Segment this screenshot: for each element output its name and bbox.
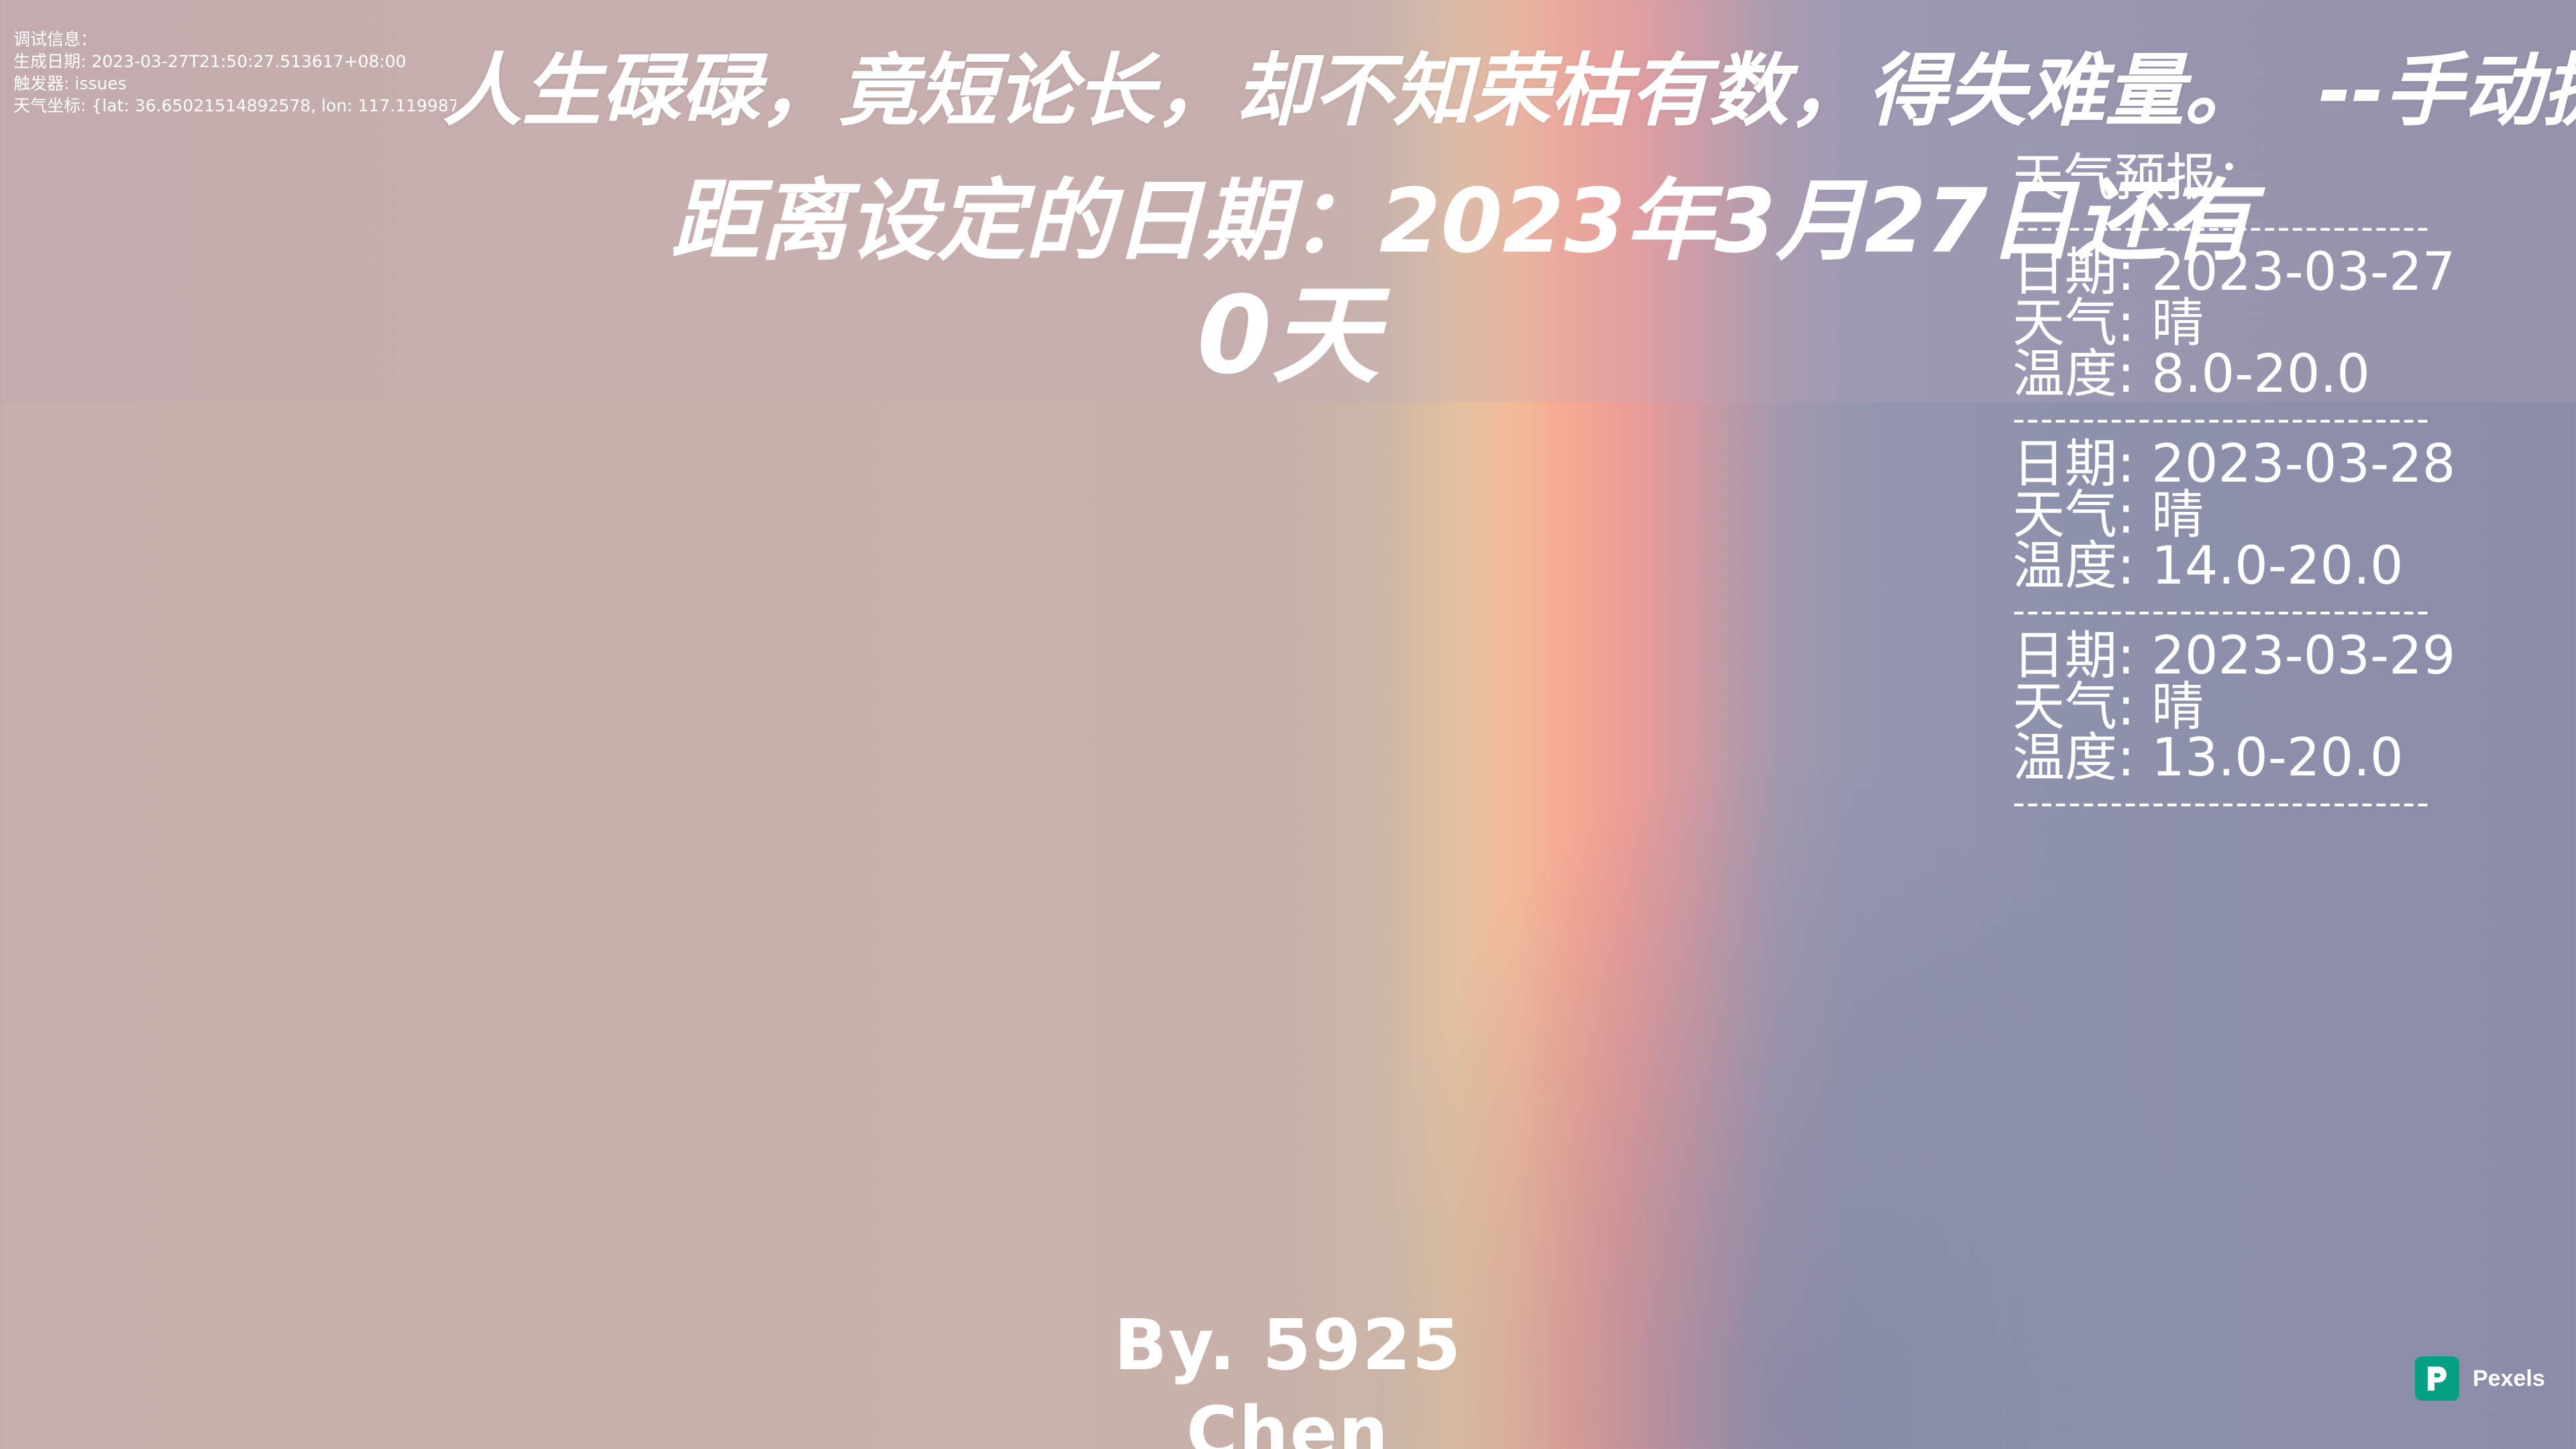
debug-title: 调试信息： (13, 30, 98, 49)
countdown-days: 0天 (1197, 272, 1379, 398)
author-byline: By. 5925 Chen (1114, 1304, 1462, 1449)
weather-day-1-date: 日期: 2023-03-27 (2012, 242, 2456, 303)
countdown-label: 距离设定的日期：2023年3月27日还有 (671, 170, 2253, 273)
quote-text: 人生碌碌，竟短论长，却不知荣枯有数，得失难量。 (443, 44, 2264, 137)
debug-weather-coords: 天气坐标: {lat: 36.65021514892578, lon: 117.… (13, 96, 456, 115)
weather-day-3-temp: 温度: 13.0-20.0 (2012, 728, 2404, 788)
debug-generated-date: 生成日期: 2023-03-27T21:50:27.513617+08:00 (13, 52, 407, 71)
weather-day-1-condition: 天气: 晴 (2012, 293, 2204, 354)
debug-trigger: 触发器: issues (13, 74, 127, 93)
pexels-attribution[interactable]: Pexels (2415, 1356, 2545, 1401)
weather-divider: ------------------------------ (2012, 592, 2430, 631)
weather-divider: ------------------------------ (2012, 400, 2430, 439)
weather-day-2-date: 日期: 2023-03-28 (2012, 434, 2456, 494)
weather-day-2-condition: 天气: 晴 (2012, 485, 2204, 545)
weather-title: 天气预报： (2012, 148, 2267, 207)
weather-forecast: 天气预报： ------------------------------ 日期:… (2012, 148, 2522, 822)
weather-divider: ------------------------------ (2012, 208, 2430, 247)
weather-day-2-temp: 温度: 14.0-20.0 (2012, 536, 2404, 596)
daily-quote: 人生碌碌，竟短论长，却不知荣枯有数，得失难量。 --手动提交 (443, 40, 2576, 141)
pexels-logo-icon (2415, 1356, 2459, 1401)
quote-source: --手动提交 (2318, 44, 2576, 137)
debug-info: 调试信息： 生成日期: 2023-03-27T21:50:27.513617+0… (13, 28, 456, 117)
weather-divider: ------------------------------ (2012, 784, 2430, 822)
weather-day-3-date: 日期: 2023-03-29 (2012, 626, 2456, 686)
weather-day-3-condition: 天气: 晴 (2012, 677, 2204, 737)
pexels-label: Pexels (2473, 1365, 2545, 1391)
weather-day-1-temp: 温度: 8.0-20.0 (2012, 344, 2370, 405)
